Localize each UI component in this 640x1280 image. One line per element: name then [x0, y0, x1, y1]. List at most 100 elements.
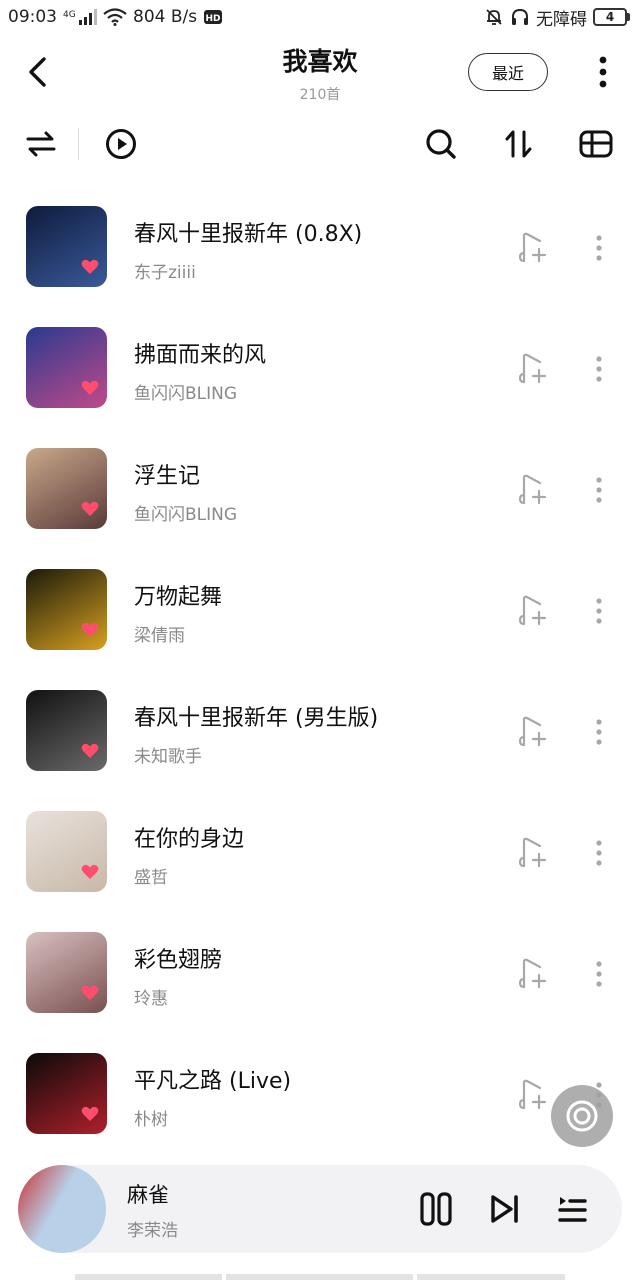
sort-button[interactable] [499, 124, 539, 164]
shuffle-icon [26, 131, 56, 157]
more-vertical-icon [599, 56, 607, 88]
song-cover[interactable] [26, 448, 107, 529]
toolbar [0, 120, 640, 168]
song-title: 万物起舞 [134, 585, 223, 610]
song-row[interactable]: 浮生记 鱼闪闪BLING [0, 428, 640, 549]
floating-assist-button[interactable] [551, 1085, 613, 1147]
play-all-button[interactable] [101, 124, 141, 164]
headphones-icon [510, 7, 530, 27]
song-title: 春风十里报新年 (男生版) [134, 706, 379, 731]
song-more-button[interactable] [585, 956, 613, 992]
mini-player[interactable]: 麻雀 李荣浩 [18, 1165, 622, 1253]
song-cover[interactable] [26, 1053, 107, 1134]
more-vertical-icon [596, 840, 602, 866]
signal-icon: 4G [63, 8, 97, 26]
playlist-button[interactable] [552, 1187, 592, 1231]
heart-icon [81, 985, 99, 1000]
song-row[interactable]: 万物起舞 梁倩雨 [0, 549, 640, 670]
song-cover[interactable] [26, 811, 107, 892]
song-row[interactable]: 春风十里报新年 (男生版) 未知歌手 [0, 670, 640, 791]
queue-icon [558, 1197, 587, 1222]
song-artist: 鱼闪闪BLING [134, 505, 238, 525]
mute-bell-icon [484, 7, 504, 27]
song-row[interactable]: 平凡之路 (Live) 朴树 [0, 1033, 640, 1154]
song-artist: 玲惠 [134, 989, 168, 1009]
song-title: 拂面而来的风 [134, 343, 267, 368]
heart-icon [81, 501, 99, 516]
recent-button[interactable]: 最近 [468, 53, 548, 91]
now-playing-artist: 李荣浩 [127, 1221, 178, 1241]
wifi-icon [103, 8, 127, 26]
song-cover[interactable] [26, 932, 107, 1013]
song-artist: 东子ziiii [134, 263, 196, 283]
add-to-playlist-button[interactable] [514, 349, 552, 387]
heart-icon [81, 380, 99, 395]
header: 我喜欢 210首 最近 [0, 40, 640, 108]
add-to-playlist-button[interactable] [514, 470, 552, 508]
add-to-playlist-icon [518, 958, 547, 989]
clock: 09:03 [8, 7, 57, 27]
target-icon [566, 1100, 598, 1132]
add-to-playlist-button[interactable] [514, 712, 552, 750]
status-bar: 09:03 4G 804 B/s HD 无障碍 4 [0, 0, 640, 34]
chevron-left-icon [29, 57, 46, 87]
next-track-button[interactable] [485, 1187, 525, 1231]
song-more-button[interactable] [585, 593, 613, 629]
now-playing-title: 麻雀 [127, 1183, 169, 1207]
song-more-button[interactable] [585, 714, 613, 750]
song-cover[interactable] [26, 327, 107, 408]
now-playing-cover[interactable] [18, 1165, 106, 1253]
heart-icon [81, 622, 99, 637]
song-row[interactable]: 在你的身边 盛哲 [0, 791, 640, 912]
heart-icon [81, 259, 99, 274]
net-type-label: 4G [63, 10, 76, 20]
more-vertical-icon [596, 235, 602, 261]
song-more-button[interactable] [585, 835, 613, 871]
add-to-playlist-icon [518, 1079, 547, 1110]
add-to-playlist-button[interactable] [514, 954, 552, 992]
more-vertical-icon [596, 356, 602, 382]
skip-next-icon [491, 1195, 518, 1223]
add-to-playlist-icon [518, 353, 547, 384]
song-title: 彩色翅膀 [134, 948, 223, 973]
song-artist: 未知歌手 [134, 747, 202, 767]
multi-select-button[interactable] [576, 124, 616, 164]
song-more-button[interactable] [585, 351, 613, 387]
add-to-playlist-icon [518, 474, 547, 505]
bottom-divider [226, 1274, 413, 1280]
song-cover[interactable] [26, 206, 107, 287]
add-to-playlist-icon [518, 232, 547, 263]
shuffle-button[interactable] [21, 124, 61, 164]
more-vertical-icon [596, 719, 602, 745]
pause-button[interactable] [416, 1187, 456, 1231]
song-cover[interactable] [26, 690, 107, 771]
more-options-button[interactable] [588, 54, 618, 90]
accessibility-label: 无障碍 [536, 9, 587, 30]
heart-icon [81, 743, 99, 758]
hd-label: HD [206, 14, 221, 24]
more-vertical-icon [596, 477, 602, 503]
song-artist: 朴树 [134, 1110, 168, 1130]
song-row[interactable]: 彩色翅膀 玲惠 [0, 912, 640, 1033]
song-more-button[interactable] [585, 230, 613, 266]
sort-icon [505, 130, 532, 158]
song-title: 浮生记 [134, 464, 201, 489]
heart-icon [81, 1106, 99, 1121]
add-to-playlist-button[interactable] [514, 833, 552, 871]
song-row[interactable]: 拂面而来的风 鱼闪闪BLING [0, 307, 640, 428]
net-speed: 804 B/s [133, 7, 198, 27]
song-title: 春风十里报新年 (0.8X) [134, 222, 363, 247]
back-button[interactable] [20, 52, 54, 92]
add-to-playlist-button[interactable] [514, 1075, 552, 1113]
song-artist: 梁倩雨 [134, 626, 185, 646]
search-button[interactable] [421, 124, 461, 164]
song-more-button[interactable] [585, 472, 613, 508]
add-to-playlist-button[interactable] [514, 228, 552, 266]
toolbar-divider [78, 128, 79, 160]
heart-icon [81, 864, 99, 879]
list-grid-icon [579, 130, 613, 158]
song-cover[interactable] [26, 569, 107, 650]
song-artist: 鱼闪闪BLING [134, 384, 238, 404]
song-row[interactable]: 春风十里报新年 (0.8X) 东子ziiii [0, 186, 640, 307]
add-to-playlist-button[interactable] [514, 591, 552, 629]
